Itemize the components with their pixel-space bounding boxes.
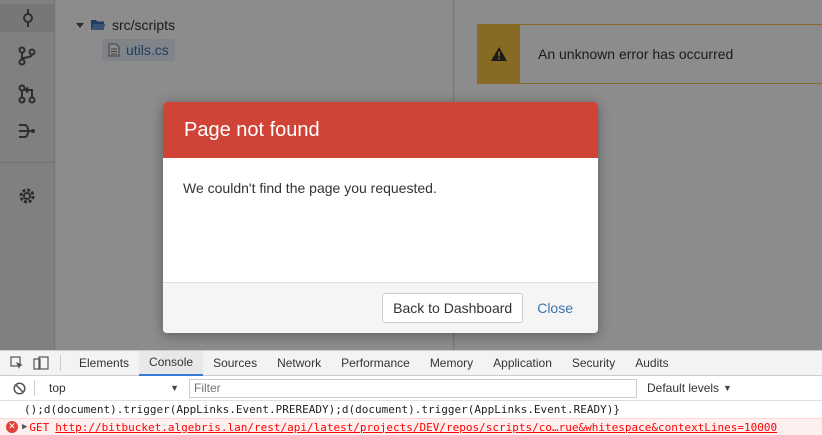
tab-console[interactable]: Console <box>139 350 204 376</box>
context-select[interactable]: top ▼ <box>45 378 183 398</box>
dialog-message: We couldn't find the page you requested. <box>183 180 437 196</box>
clear-console-icon[interactable] <box>8 377 30 399</box>
console-error-line: ✕ ▶ GET http://bitbucket.algebris.lan/re… <box>0 418 822 435</box>
toolbar-separator <box>60 355 61 371</box>
tab-memory[interactable]: Memory <box>420 351 483 376</box>
tab-security[interactable]: Security <box>562 351 625 376</box>
close-button[interactable]: Close <box>533 300 577 316</box>
dropdown-arrow-icon: ▼ <box>170 383 179 393</box>
tab-application[interactable]: Application <box>483 351 562 376</box>
tab-sources[interactable]: Sources <box>203 351 267 376</box>
back-to-dashboard-button[interactable]: Back to Dashboard <box>382 293 524 323</box>
log-levels-label: Default levels <box>647 381 720 395</box>
dialog-footer: Back to Dashboard Close <box>163 282 598 333</box>
dialog-title: Page not found <box>184 118 320 141</box>
dialog-header: Page not found <box>163 102 598 158</box>
tab-network[interactable]: Network <box>267 351 331 376</box>
device-toggle-icon[interactable] <box>30 352 52 374</box>
console-filter-bar: top ▼ Default levels ▼ <box>0 376 822 401</box>
console-filter-input[interactable] <box>189 378 637 398</box>
tab-audits[interactable]: Audits <box>625 351 678 376</box>
devtools-tabbar: Elements Console Sources Network Perform… <box>0 350 822 376</box>
error-dialog: Page not found We couldn't find the page… <box>163 102 598 333</box>
inspect-element-icon[interactable] <box>6 352 28 374</box>
expand-triangle-icon[interactable]: ▶ <box>22 422 27 432</box>
toolbar-separator <box>34 380 35 396</box>
error-url-link[interactable]: http://bitbucket.algebris.lan/rest/api/l… <box>55 421 777 434</box>
tab-performance[interactable]: Performance <box>331 351 420 376</box>
tab-elements[interactable]: Elements <box>69 351 139 376</box>
context-value: top <box>49 381 66 395</box>
log-levels-dropdown[interactable]: Default levels ▼ <box>647 381 732 395</box>
dialog-body: We couldn't find the page you requested. <box>163 158 598 282</box>
console-log-line: ();d(document).trigger(AppLinks.Event.PR… <box>0 401 822 418</box>
error-icon: ✕ <box>6 421 18 433</box>
error-method: GET <box>29 420 50 434</box>
console-log-text: ();d(document).trigger(AppLinks.Event.PR… <box>24 403 621 416</box>
dropdown-arrow-icon: ▼ <box>723 383 732 393</box>
devtools-panel: Elements Console Sources Network Perform… <box>0 350 822 435</box>
